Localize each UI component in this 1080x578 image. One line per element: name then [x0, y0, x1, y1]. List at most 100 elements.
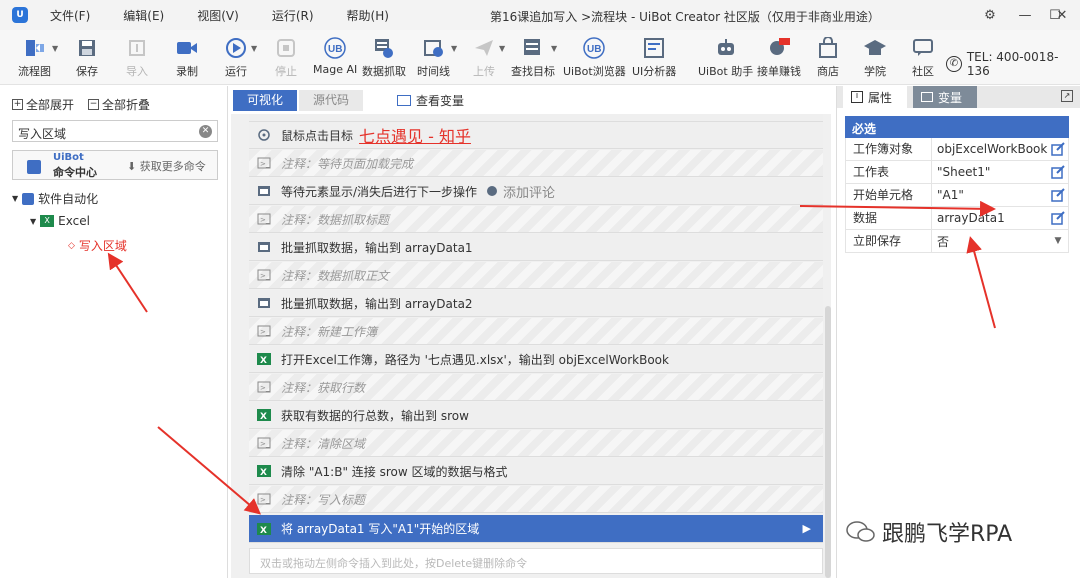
- mage-ai-button[interactable]: UB Mage AI: [313, 36, 357, 76]
- chevron-down-icon[interactable]: ▼: [1048, 236, 1068, 246]
- list-item[interactable]: 鼠标点击目标 七点遇见 - 知乎: [249, 122, 823, 149]
- property-row-data: 数据 arrayData1: [845, 206, 1069, 230]
- flow-editor-panel: 可视化 源代码 查看变量 鼠标点击目标 七点遇见 - 知乎 >_ 注释：等待页面…: [231, 86, 831, 578]
- get-more-commands-link[interactable]: ⬇ 获取更多命令: [127, 158, 206, 174]
- list-item[interactable]: [249, 114, 823, 122]
- clear-search-icon[interactable]: ✕: [199, 125, 212, 138]
- list-item[interactable]: >_ 注释：新建工作簿: [249, 318, 823, 345]
- svg-text:UB: UB: [587, 44, 601, 55]
- uibot-browser-button[interactable]: UB UiBot浏览器: [563, 36, 626, 79]
- uibot-assistant-button[interactable]: UiBot 助手: [698, 36, 753, 79]
- command-center-button[interactable]: UiBot 命令中心 ⬇ 获取更多命令: [12, 150, 218, 180]
- timeline-icon: [421, 36, 447, 60]
- menu-run[interactable]: 运行(R): [272, 7, 314, 24]
- data-scrape-button[interactable]: 数据抓取: [362, 36, 406, 79]
- settings-icon[interactable]: ⚙: [972, 4, 1008, 26]
- flowchart-button[interactable]: 流程图 ▼: [18, 36, 58, 79]
- earn-money-button[interactable]: 接单赚钱: [757, 36, 801, 79]
- save-now-select[interactable]: 否: [932, 233, 1048, 250]
- find-target-icon: [520, 36, 546, 60]
- edit-icon[interactable]: [1048, 142, 1068, 156]
- academy-button[interactable]: 学院: [862, 36, 888, 79]
- list-item[interactable]: X 获取有数据的行总数，输出到 srow: [249, 402, 823, 429]
- tab-properties[interactable]: i 属性: [843, 86, 907, 108]
- stop-button[interactable]: 停止: [273, 36, 299, 79]
- store-button[interactable]: 商店: [815, 36, 841, 79]
- excel-icon: X: [40, 215, 55, 227]
- edit-icon[interactable]: [1048, 165, 1068, 179]
- menu-edit[interactable]: 编辑(E): [123, 7, 164, 24]
- list-item-selected[interactable]: X 将 arrayData1 写入"A1"开始的区域 ▶: [249, 515, 823, 543]
- excel-icon: X: [257, 408, 271, 422]
- menu-file[interactable]: 文件(F): [50, 7, 90, 24]
- watermark: 跟鹏飞学RPA: [846, 516, 1012, 548]
- list-item[interactable]: >_ 注释：数据抓取标题: [249, 206, 823, 233]
- popout-icon[interactable]: ↗: [1061, 90, 1073, 102]
- comment-icon: >_: [257, 492, 271, 506]
- view-variables-button[interactable]: 查看变量: [397, 92, 464, 109]
- data-field[interactable]: arrayData1: [932, 211, 1048, 225]
- list-item[interactable]: 等待元素显示/消失后进行下一步操作 添加评论: [249, 178, 823, 205]
- list-item[interactable]: >_ 注释：等待页面加载完成: [249, 150, 823, 177]
- add-comment-button[interactable]: 添加评论: [503, 182, 555, 201]
- wechat-icon: [846, 520, 876, 544]
- expand-triangle-icon: ▼: [30, 216, 37, 226]
- edit-icon[interactable]: [1048, 211, 1068, 225]
- tab-visual[interactable]: 可视化: [233, 90, 297, 111]
- list-item[interactable]: X 清除 "A1:B" 连接 srow 区域的数据与格式: [249, 458, 823, 485]
- chat-icon: [910, 36, 936, 60]
- window-icon: [257, 184, 271, 198]
- comment-icon: >_: [257, 436, 271, 450]
- click-target-link[interactable]: 七点遇见 - 知乎: [359, 123, 471, 147]
- list-item[interactable]: >_ 注释：数据抓取正文: [249, 262, 823, 289]
- tree-node-write-range[interactable]: ◇ 写入区域: [68, 237, 127, 254]
- record-button[interactable]: 录制: [174, 36, 200, 79]
- upload-button[interactable]: 上传 ▼: [471, 36, 505, 79]
- tab-variables[interactable]: 变量: [913, 86, 977, 108]
- property-row-sheet: 工作表 "Sheet1": [845, 160, 1069, 184]
- edit-icon[interactable]: [1048, 188, 1068, 202]
- vertical-scrollbar[interactable]: [825, 306, 831, 578]
- command-tree-panel: + 全部展开 − 全部折叠 写入区域 ✕ UiBot 命令中心 ⬇ 获取更多命令…: [0, 86, 228, 578]
- uibot-browser-icon: UB: [581, 36, 607, 60]
- comment-icon: >_: [257, 324, 271, 338]
- list-item[interactable]: >_ 注释：写入标题: [249, 486, 823, 513]
- list-item[interactable]: 批量抓取数据，输出到 arrayData2: [249, 290, 823, 317]
- menu-help[interactable]: 帮助(H): [347, 7, 389, 24]
- list-item[interactable]: X 打开Excel工作簿，路径为 '七点遇见.xlsx'，输出到 objExce…: [249, 346, 823, 373]
- list-item[interactable]: 批量抓取数据，输出到 arrayData1: [249, 234, 823, 261]
- ui-analyzer-button[interactable]: UI分析器: [632, 36, 676, 79]
- list-item[interactable]: >_ 注释：获取行数: [249, 374, 823, 401]
- menu-view[interactable]: 视图(V): [197, 7, 239, 24]
- find-target-button[interactable]: 查找目标 ▼: [511, 36, 557, 79]
- command-search-input[interactable]: 写入区域 ✕: [12, 120, 218, 142]
- diamond-icon: ◇: [68, 240, 75, 251]
- svg-text:UB: UB: [328, 44, 342, 55]
- sheet-field[interactable]: "Sheet1": [932, 165, 1048, 179]
- close-icon[interactable]: ✕: [1044, 4, 1080, 26]
- robot-icon: [713, 36, 739, 60]
- start-cell-field[interactable]: "A1": [932, 188, 1048, 202]
- community-button[interactable]: 社区: [910, 36, 936, 79]
- timeline-button[interactable]: 时间线 ▼: [417, 36, 457, 79]
- svg-text:X: X: [260, 356, 267, 365]
- mage-ai-icon: UB: [322, 36, 348, 60]
- info-icon: i: [851, 91, 863, 103]
- import-button[interactable]: 导入: [124, 36, 150, 79]
- play-icon: [223, 36, 249, 60]
- tab-source[interactable]: 源代码: [299, 90, 363, 111]
- window-icon: [257, 240, 271, 254]
- save-button[interactable]: 保存: [74, 36, 100, 79]
- expand-all-button[interactable]: + 全部展开: [12, 96, 74, 113]
- collapse-all-button[interactable]: − 全部折叠: [88, 96, 150, 113]
- tree-node-excel[interactable]: ▼ X Excel: [30, 214, 90, 228]
- comment-icon: >_: [257, 380, 271, 394]
- data-scrape-icon: [371, 36, 397, 60]
- tree-node-software-automation[interactable]: ▼ 软件自动化: [12, 190, 98, 207]
- list-item[interactable]: >_ 注释：清除区域: [249, 430, 823, 457]
- download-icon: ⬇: [127, 160, 137, 173]
- svg-text:>_: >_: [260, 328, 270, 336]
- workbook-field[interactable]: objExcelWorkBook: [932, 142, 1048, 156]
- run-step-icon[interactable]: ▶: [803, 522, 811, 535]
- run-button[interactable]: 运行 ▼: [223, 36, 257, 79]
